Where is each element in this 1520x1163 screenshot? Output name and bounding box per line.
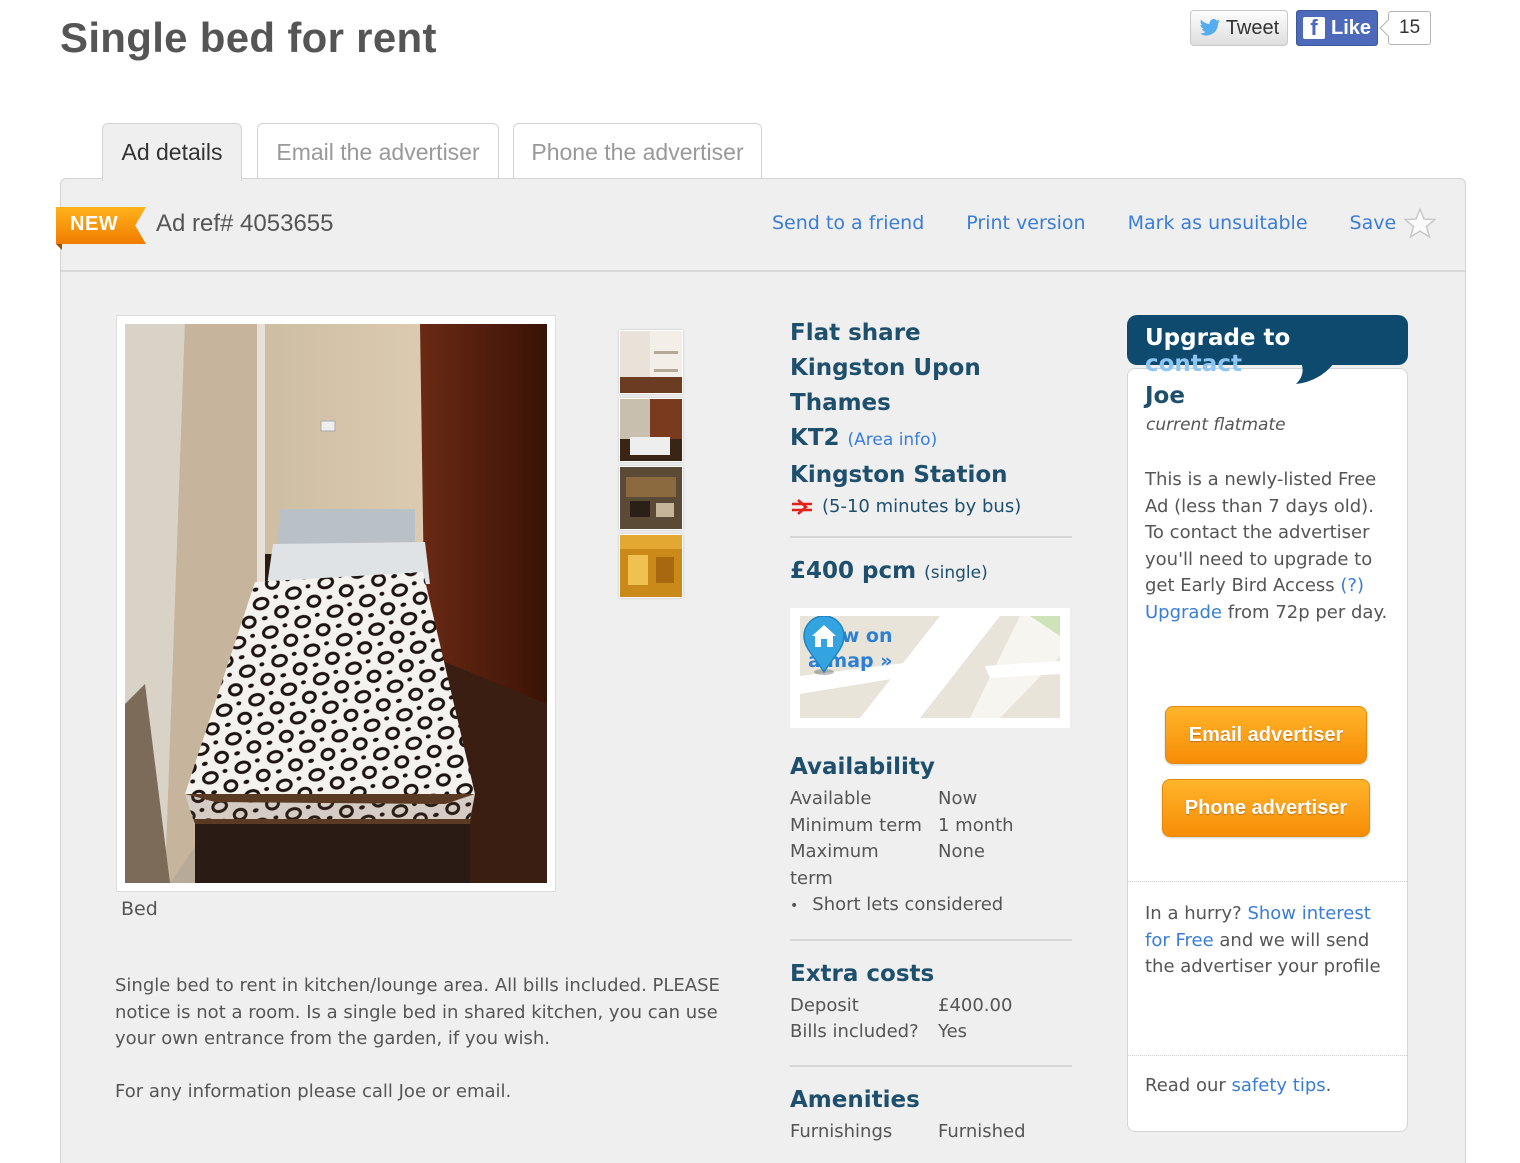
upgrade-info: This is a newly-listed Free Ad (less tha… <box>1145 467 1395 626</box>
save-link[interactable]: Save <box>1350 212 1397 234</box>
divider <box>1128 881 1407 882</box>
twitter-bird-icon <box>1199 19 1220 36</box>
phone-advertiser-button[interactable]: Phone advertiser <box>1162 779 1370 837</box>
national-rail-icon <box>792 498 812 515</box>
cost-label: Deposit <box>790 994 859 1016</box>
thumbnail[interactable] <box>619 330 683 394</box>
availability-label: Available <box>790 788 872 809</box>
cost-label: Bills included? <box>790 1021 919 1042</box>
listing-summary: Flat share Kingston Upon Thames KT2 (Are… <box>790 316 1072 1145</box>
amenity-value: Furnished <box>938 1120 1026 1142</box>
safety-tips-link[interactable]: safety tips <box>1232 1075 1326 1096</box>
availability-value: Now <box>938 788 978 809</box>
page-title: Single bed for rent <box>60 14 437 61</box>
photo-caption: Bed <box>121 898 158 920</box>
like-count: 15 <box>1388 11 1432 45</box>
nearest-station: Kingston Station <box>790 462 1008 488</box>
price-amount: £400 pcm <box>790 558 917 584</box>
mark-unsuitable-link[interactable]: Mark as unsuitable <box>1128 212 1308 234</box>
safety-prefix: Read our <box>1145 1075 1226 1096</box>
cost-value: £400.00 <box>938 994 1013 1016</box>
availability-heading: Availability <box>790 754 935 780</box>
upgrade-price: from 72p per day. <box>1227 601 1388 623</box>
availability-label: Minimum term <box>790 814 922 836</box>
ad-action-links: Send to a friend Print version Mark as u… <box>772 207 1437 239</box>
availability-value: None <box>938 841 985 862</box>
new-badge: NEW <box>56 207 146 250</box>
availability-label: Maximum term <box>790 841 879 889</box>
description-paragraph: Single bed to rent in kitchen/lounge are… <box>115 975 720 1049</box>
map-image: View on a map » <box>800 616 1060 718</box>
extra-costs-heading: Extra costs <box>790 960 935 987</box>
advertiser-role: current flatmate <box>1146 415 1286 435</box>
listing-area: Kingston Upon Thames <box>790 355 981 416</box>
amenities-table: Furnishings Furnished <box>790 1119 1072 1146</box>
listing-type: Flat share <box>790 320 921 346</box>
safety-tips-text: Read our safety tips. <box>1145 1075 1331 1096</box>
travel-time-text: (5-10 minutes by bus) <box>822 496 1022 517</box>
show-interest-text: In a hurry? Show interest for Free and w… <box>1145 901 1395 981</box>
like-label: Like <box>1330 16 1372 39</box>
rent-price: £400 pcm (single) <box>790 558 1072 584</box>
thumbnail[interactable] <box>619 398 683 462</box>
upgrade-banner-highlight: contact <box>1145 351 1242 377</box>
email-advertiser-button[interactable]: Email advertiser <box>1165 706 1367 764</box>
listing-postcode-line: KT2 (Area info) <box>790 421 1072 458</box>
upgrade-link[interactable]: Upgrade <box>1145 602 1222 623</box>
divider <box>1128 1055 1407 1056</box>
facebook-icon: f <box>1302 17 1325 39</box>
description-paragraph: For any information please call Joe or e… <box>115 1080 512 1102</box>
divider <box>790 1064 1072 1067</box>
upgrade-banner: Upgrade to contact <box>1127 315 1408 377</box>
thumbnail[interactable] <box>619 466 683 530</box>
availability-table: Available Now Minimum term 1 month Maxim… <box>790 786 1072 892</box>
cost-value: Yes <box>938 1021 968 1042</box>
tab-email-advertiser[interactable]: Email the advertiser <box>257 123 499 180</box>
travel-time: (5-10 minutes by bus) <box>790 496 1072 517</box>
thumbnail[interactable] <box>619 534 683 598</box>
help-link[interactable]: (?) <box>1340 575 1364 596</box>
listing-postcode: KT2 <box>790 425 840 451</box>
divider <box>790 536 1072 538</box>
tweet-label: Tweet <box>1225 16 1280 39</box>
hurry-prefix: In a hurry? <box>1145 903 1242 924</box>
ad-reference: Ad ref# 4053655 <box>156 210 334 237</box>
contact-box: Joe current flatmate This is a newly-lis… <box>1127 368 1408 1132</box>
ad-description: Single bed to rent in kitchen/lounge are… <box>115 973 725 1131</box>
extra-costs-table: Deposit £400.00 Bills included? Yes <box>790 993 1072 1046</box>
new-badge-label: NEW <box>70 213 119 235</box>
divider <box>790 938 1072 941</box>
print-version-link[interactable]: Print version <box>966 212 1085 234</box>
short-lets-note: Short lets considered <box>790 892 1072 920</box>
safety-suffix: . <box>1325 1075 1332 1096</box>
tab-ad-details[interactable]: Ad details <box>102 123 242 181</box>
availability-value: 1 month <box>938 814 1014 836</box>
map-preview[interactable]: View on a map » <box>790 608 1070 728</box>
amenities-heading: Amenities <box>790 1086 920 1113</box>
send-to-friend-link[interactable]: Send to a friend <box>772 212 924 234</box>
area-info-link[interactable]: (Area info) <box>848 430 938 450</box>
star-icon[interactable] <box>1404 207 1437 239</box>
tweet-button[interactable]: Tweet <box>1190 10 1288 46</box>
facebook-like-button[interactable]: f Like <box>1296 10 1378 46</box>
tab-phone-advertiser[interactable]: Phone the advertiser <box>513 123 762 180</box>
speech-tail <box>1296 360 1336 384</box>
social-buttons: Tweet f Like 15 <box>1190 10 1432 46</box>
price-unit: (single) <box>924 563 988 583</box>
main-photo[interactable] <box>116 315 556 892</box>
home-pin-icon <box>803 616 845 675</box>
advertiser-name: Joe <box>1145 383 1185 409</box>
thumbnail-strip <box>619 330 683 602</box>
amenity-label: Furnishings <box>790 1120 893 1142</box>
bed-photo-image <box>125 324 547 883</box>
upgrade-banner-prefix: Upgrade to <box>1145 325 1291 351</box>
